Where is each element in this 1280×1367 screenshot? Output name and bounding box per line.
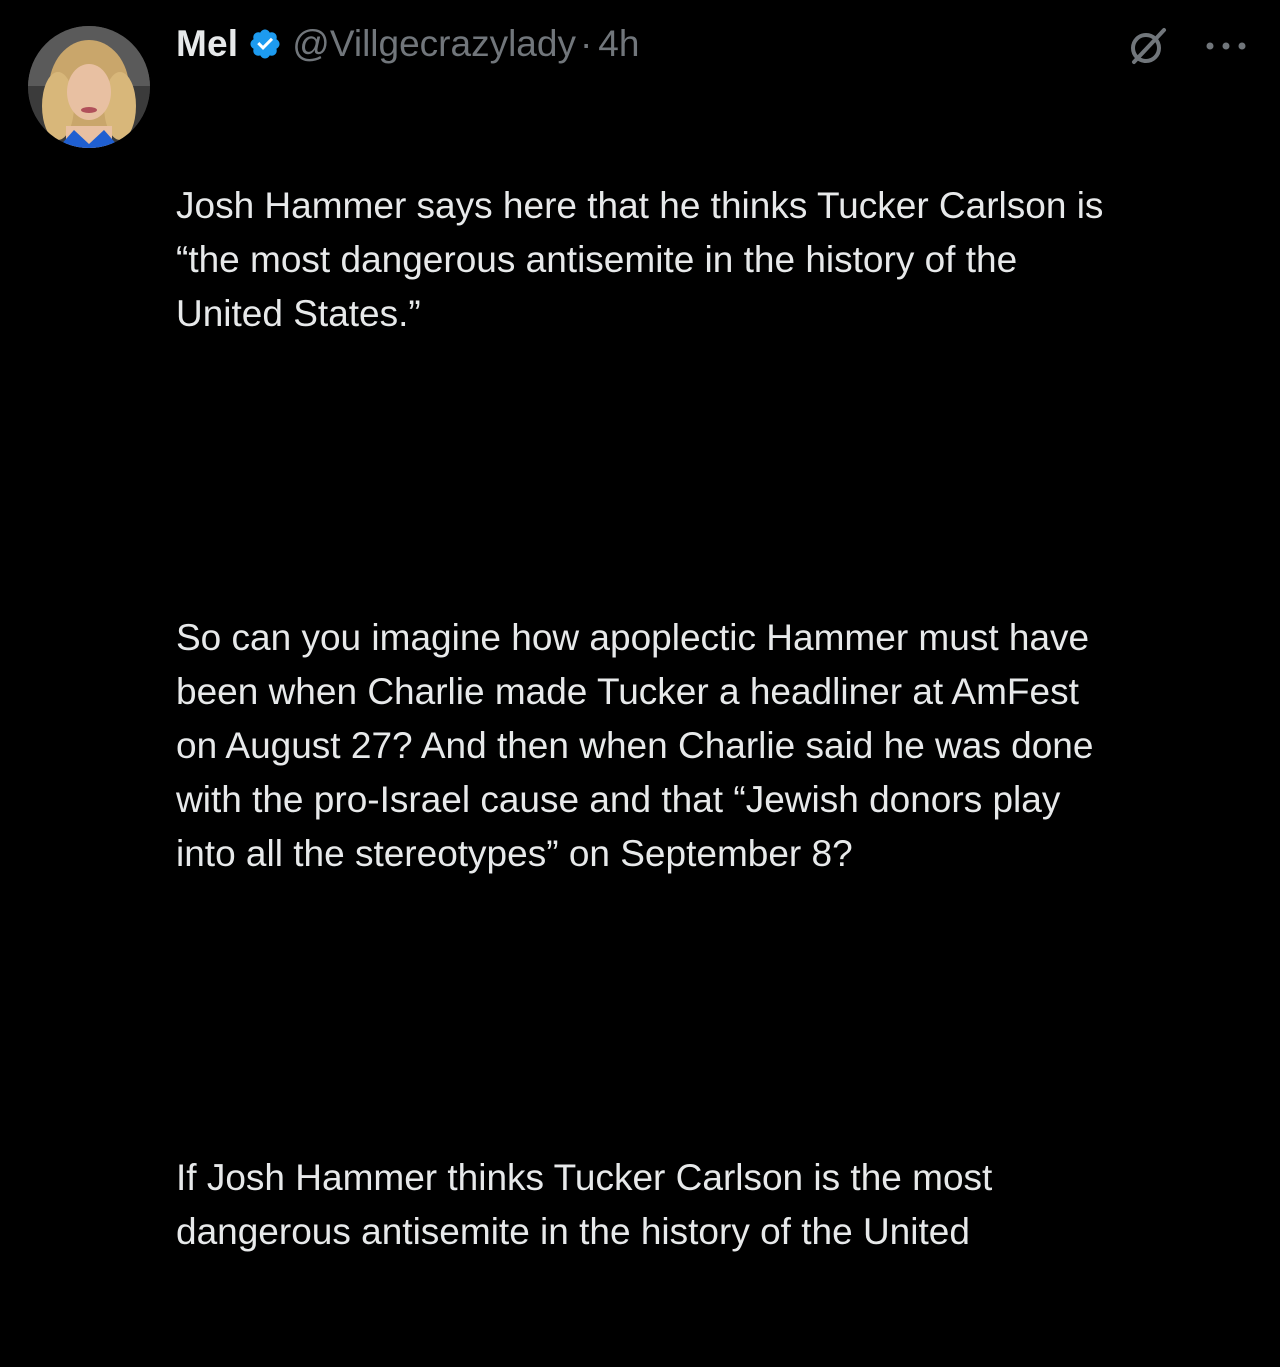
tweet-header: Mel @Villgecrazylady · 4h [176,22,639,66]
display-name[interactable]: Mel [176,23,238,65]
timestamp[interactable]: 4h [598,23,639,65]
separator: · [579,23,593,64]
grok-icon[interactable] [1126,26,1170,66]
verified-badge-icon [248,27,282,61]
tweet-text: Josh Hammer says here that he thinks Tuc… [176,71,1256,1367]
more-options-icon[interactable] [1200,36,1252,56]
tweet-paragraph: So can you imagine how apoplectic Hammer… [176,617,1094,874]
tweet-paragraph: If Josh Hammer thinks Tucker Carlson is … [176,1157,993,1252]
avatar-photo [28,26,150,148]
avatar[interactable] [28,26,150,148]
tweet[interactable]: Mel @Villgecrazylady · 4h Josh Hammer sa… [0,0,1280,1252]
author-handle[interactable]: @Villgecrazylady [292,23,576,65]
tweet-paragraph: Josh Hammer says here that he thinks Tuc… [176,185,1104,334]
